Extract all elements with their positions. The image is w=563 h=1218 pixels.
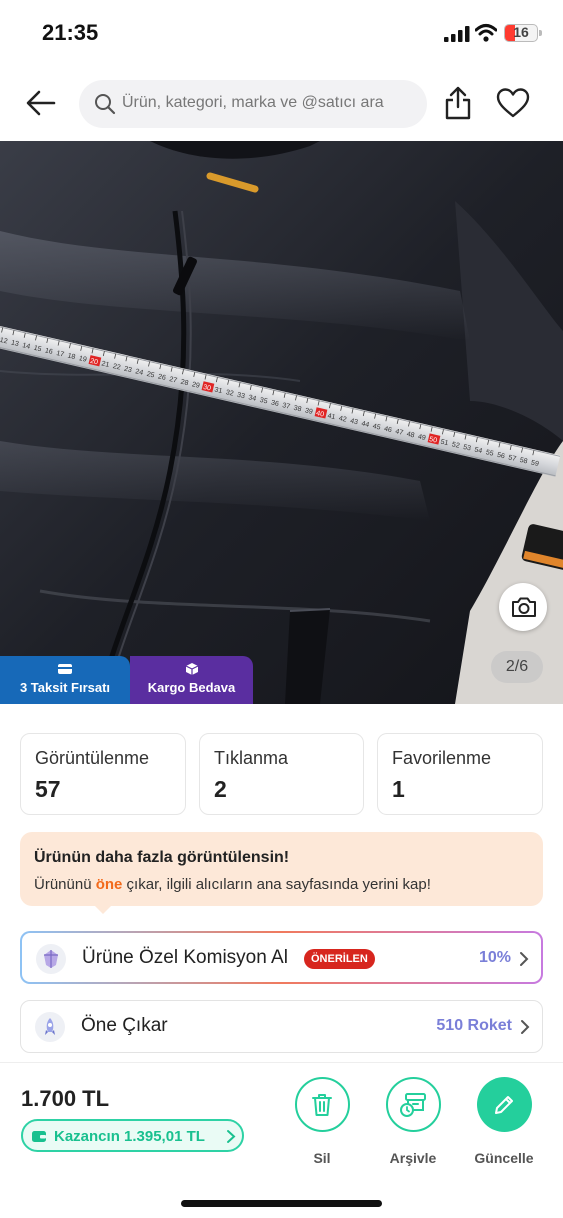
stat-clicks-value: 2 [214, 776, 227, 802]
pencil-icon [495, 1095, 513, 1114]
stat-favorites-value: 1 [392, 776, 405, 802]
product-photo[interactable]: 12 13 14 15 16 17 18 19 20 21 22 23 24 25 26 27 28 29 30 31… [0, 141, 563, 704]
cellular-signal-icon [444, 26, 470, 42]
battery-indicator: 16 [504, 24, 538, 42]
badge-installment: 3 Taksit Fırsatı [0, 656, 130, 704]
update-label: Güncelle [474, 1150, 534, 1166]
search-placeholder: Ürün, kategori, marka ve @satıcı ara [122, 94, 384, 111]
stat-favorites-label: Favorilenme [392, 748, 492, 768]
badge-free-shipping-label: Kargo Bedava [147, 680, 236, 695]
archive-circle [385, 1077, 441, 1132]
promo-desc-highlight: öne [95, 876, 123, 893]
screen: 21:35 16 Ürün, kategori, marka ve @satıc… [0, 0, 563, 1218]
commission-label: Ürüne Özel Komisyon Al [82, 947, 288, 968]
stat-views-label: Görüntülenme [35, 748, 150, 768]
delete-circle [294, 1077, 350, 1132]
recommended-badge: ÖNERİLEN [304, 949, 375, 969]
chevron-right-icon [521, 1020, 530, 1034]
stat-clicks-label: Tıklanma [214, 748, 289, 768]
archive-icon [400, 1092, 426, 1117]
arrow-left-icon[interactable] [24, 88, 58, 118]
promo-pointer [94, 905, 112, 914]
photo-counter: 2/6 [491, 651, 543, 683]
earnings-pill[interactable]: Kazancın 1.395,01 TL [21, 1119, 244, 1152]
home-indicator [181, 1200, 382, 1207]
promo-desc-after: çıkar, ilgili alıcıların ana sayfasında … [122, 876, 431, 893]
trash-icon [312, 1093, 332, 1116]
wallet-icon [32, 1131, 46, 1142]
boost-row[interactable]: Öne Çıkar 510 Roket [20, 1000, 543, 1053]
stat-views-value: 57 [35, 776, 61, 802]
delete-button[interactable]: Sil [282, 1077, 362, 1166]
magnifier-icon [95, 94, 116, 115]
gem-icon [44, 950, 58, 968]
jacket-image: 12 13 14 15 16 17 18 19 20 21 22 23 24 25 26 27 28 29 30 31… [0, 141, 563, 704]
promo-description: Ürününü öne çıkar, ilgili alıcıların ana… [34, 876, 431, 893]
earnings-text: Kazancın 1.395,01 TL [54, 1128, 205, 1145]
credit-card-icon [58, 664, 72, 674]
update-button[interactable]: Güncelle [464, 1077, 544, 1166]
promo-banner: Ürünün daha fazla görüntülensin! Ürününü… [20, 832, 543, 914]
commission-row[interactable]: Ürüne Özel Komisyon Al ÖNERİLEN 10% [20, 931, 543, 984]
delete-label: Sil [313, 1150, 331, 1166]
product-price: 1.700 TL [21, 1086, 110, 1111]
boost-icon-wrap [35, 1012, 65, 1042]
stat-views: Görüntülenme 57 [20, 733, 186, 815]
promo-desc-before: Ürününü [34, 876, 96, 893]
badge-installment-label: 3 Taksit Fırsatı [19, 680, 111, 695]
archive-label: Arşivle [389, 1150, 437, 1166]
battery-tip [539, 30, 542, 36]
commission-value: 10% [478, 949, 511, 966]
chevron-right-icon [520, 952, 529, 966]
promo-title: Ürünün daha fazla görüntülensin! [34, 849, 290, 866]
chevron-right-icon [227, 1130, 236, 1143]
camera-icon [512, 597, 536, 617]
photo-gallery-button[interactable] [499, 583, 547, 631]
update-circle [476, 1077, 532, 1132]
heart-icon[interactable] [496, 88, 530, 118]
boost-value: 510 Roket [436, 1017, 512, 1034]
status-bar: 21:35 16 [0, 0, 563, 68]
bottom-action-bar: 1.700 TL Kazancın 1.395,01 TL Sil Arşivl… [0, 1062, 563, 1218]
battery-level: 16 [513, 24, 529, 40]
boost-label: Öne Çıkar [81, 1015, 168, 1036]
stat-clicks: Tıklanma 2 [199, 733, 364, 815]
share-icon[interactable] [444, 85, 472, 121]
archive-button[interactable]: Arşivle [373, 1077, 453, 1166]
rocket-icon [45, 1018, 55, 1035]
top-header: Ürün, kategori, marka ve @satıcı ara [0, 70, 563, 138]
search-bar[interactable]: Ürün, kategori, marka ve @satıcı ara [79, 80, 427, 128]
stat-favorites: Favorilenme 1 [377, 733, 543, 815]
box-icon [185, 663, 198, 675]
commission-icon-wrap [36, 944, 66, 974]
stats-row: Görüntülenme 57 Tıklanma 2 Favorilenme 1 [20, 733, 543, 815]
wifi-icon [475, 24, 497, 42]
status-time: 21:35 [42, 20, 99, 45]
badge-free-shipping: Kargo Bedava [130, 656, 253, 704]
